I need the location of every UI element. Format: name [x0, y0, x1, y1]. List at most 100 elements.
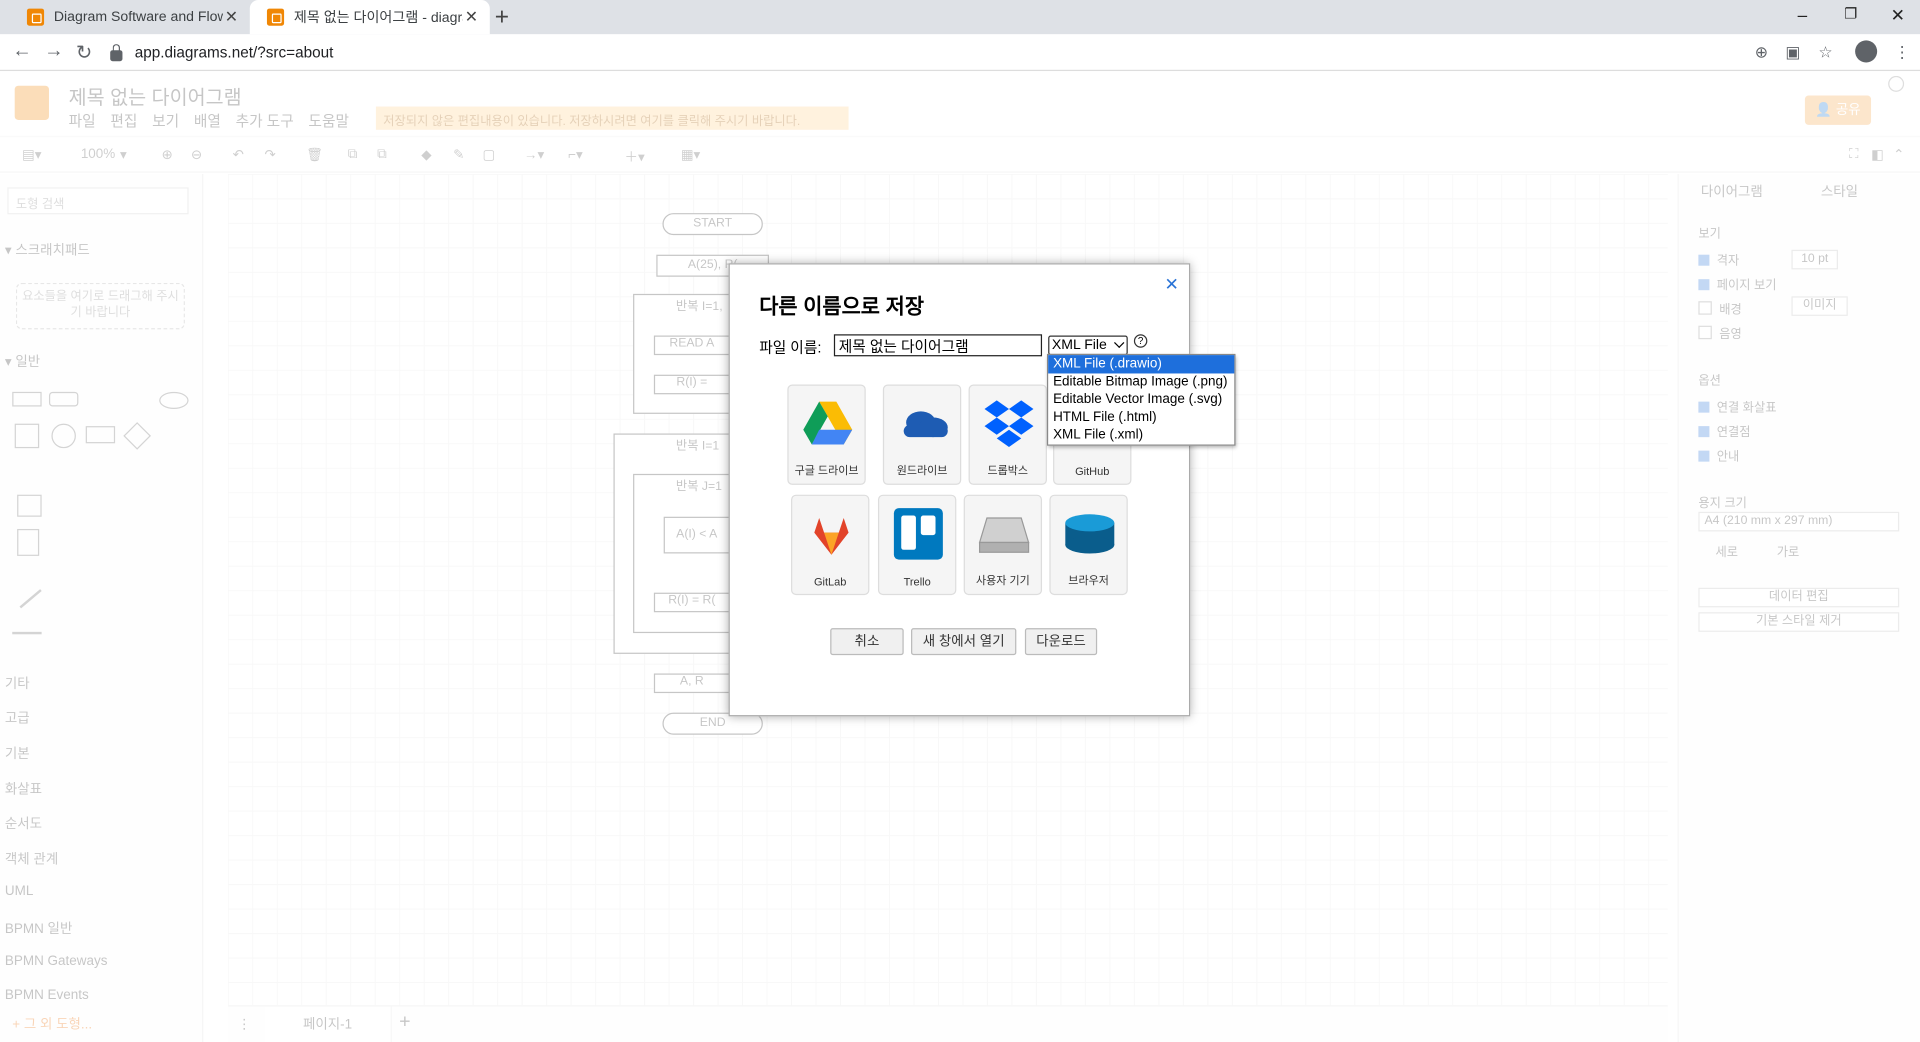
sidebar-section-misc[interactable]: 기타: [5, 673, 30, 693]
flow-r-assign[interactable]: R(I) = R(: [653, 592, 730, 613]
forward-icon[interactable]: →: [44, 40, 64, 62]
square-shape[interactable]: [14, 423, 40, 449]
circle-shape[interactable]: [51, 423, 76, 449]
filename-input[interactable]: [833, 334, 1043, 357]
new-tab-icon[interactable]: +: [495, 4, 509, 32]
menu-edit[interactable]: 편집: [110, 110, 137, 131]
edit-data-button[interactable]: 데이터 편집: [1698, 587, 1900, 608]
redo-icon[interactable]: ↷: [264, 147, 275, 163]
format-option-html[interactable]: HTML File (.html): [1048, 408, 1234, 426]
guides-checkbox[interactable]: 안내: [1698, 446, 1740, 464]
close-icon[interactable]: ✕: [1164, 274, 1178, 295]
page-tab-1[interactable]: 페이지-1: [264, 1006, 392, 1042]
cancel-button[interactable]: 취소: [830, 628, 904, 656]
connector-shape[interactable]: [12, 631, 42, 635]
menu-file[interactable]: 파일: [69, 110, 96, 131]
fullscreen-icon[interactable]: ⛶: [1849, 147, 1858, 163]
format-select[interactable]: XML File: [1048, 335, 1128, 356]
sidebar-section-basic[interactable]: 기본: [5, 743, 30, 763]
help-icon[interactable]: ?: [1133, 334, 1148, 348]
general-header[interactable]: ▾ 일반: [5, 351, 40, 371]
close-tab-icon[interactable]: ✕: [463, 7, 480, 27]
menu-arrange[interactable]: 배열: [194, 110, 221, 131]
grid-size-input[interactable]: 10 pt: [1791, 249, 1838, 270]
page-view-checkbox[interactable]: 페이지 보기: [1698, 274, 1777, 292]
flow-start[interactable]: START: [662, 213, 763, 236]
zoom-in-icon[interactable]: ⊕: [162, 147, 173, 163]
browser-tab-1[interactable]: Diagram Software and Flowchar ✕: [10, 0, 250, 34]
browser-tab-2[interactable]: 제목 없는 다이어그램 - diagram ✕: [249, 0, 490, 35]
connection-points-checkbox[interactable]: 연결점: [1698, 421, 1751, 439]
language-globe-icon[interactable]: [1888, 75, 1905, 92]
trello-tile[interactable]: Trello: [877, 494, 957, 596]
zoom-level[interactable]: 100%: [81, 147, 115, 162]
google-drive-tile[interactable]: 구글 드라이브: [787, 384, 866, 485]
flow-output[interactable]: A, R: [653, 673, 730, 694]
sidebar-section-advanced[interactable]: 고급: [5, 708, 30, 728]
landscape-radio[interactable]: 가로: [1777, 541, 1800, 559]
flow-r-i[interactable]: R(I) =: [653, 374, 730, 395]
background-image-button[interactable]: 이미지: [1791, 296, 1848, 316]
rectangle-shape[interactable]: [12, 391, 42, 407]
rounded-rect-shape[interactable]: [48, 391, 79, 407]
sidebar-section-arrows[interactable]: 화살표: [5, 779, 42, 799]
table-shape[interactable]: [17, 494, 42, 517]
paper-size-select[interactable]: A4 (210 mm x 297 mm): [1698, 511, 1900, 532]
tab-diagram[interactable]: 다이어그램: [1701, 181, 1763, 201]
undo-icon[interactable]: ↶: [233, 147, 244, 163]
fill-color-icon[interactable]: ◆: [421, 147, 431, 163]
table-icon[interactable]: ▦▾: [681, 147, 700, 163]
flow-condition[interactable]: A(I) < A: [663, 516, 730, 554]
zoom-out-icon[interactable]: ⊖: [191, 147, 202, 163]
connection-icon[interactable]: →▾: [524, 147, 544, 163]
sidebar-section-flowchart[interactable]: 순서도: [5, 813, 42, 833]
menu-extras[interactable]: 추가 도구: [236, 110, 294, 131]
format-option-xml[interactable]: XML File (.xml): [1048, 426, 1234, 444]
shadow-checkbox[interactable]: 음영: [1698, 323, 1742, 341]
collapse-icon[interactable]: ⌃: [1893, 147, 1904, 163]
delete-icon[interactable]: 🗑: [306, 147, 323, 163]
process-shape[interactable]: [85, 426, 116, 444]
zoom-dropdown-icon[interactable]: ▾: [120, 147, 127, 163]
grid-checkbox[interactable]: 격자: [1698, 250, 1740, 268]
restore-icon[interactable]: ❐: [1844, 5, 1857, 22]
line-color-icon[interactable]: ✎: [453, 147, 464, 163]
close-tab-icon[interactable]: ✕: [223, 7, 240, 27]
shape-search-input[interactable]: 도형 검색: [7, 187, 189, 215]
sidebar-section-uml[interactable]: UML: [5, 884, 33, 899]
pages-menu-icon[interactable]: ⋮: [238, 1016, 251, 1033]
flow-read-a[interactable]: READ A: [653, 335, 730, 356]
format-toggle-icon[interactable]: ◧: [1871, 147, 1884, 163]
format-panel-icon[interactable]: ▤▾: [22, 147, 41, 163]
to-back-icon[interactable]: ⧉: [377, 147, 387, 163]
to-front-icon[interactable]: ⧉: [348, 147, 358, 163]
close-window-icon[interactable]: ✕: [1891, 5, 1905, 26]
line-shape[interactable]: [19, 589, 42, 609]
menu-help[interactable]: 도움말: [308, 110, 349, 131]
diamond-shape[interactable]: [123, 422, 151, 450]
onedrive-tile[interactable]: 원드라이브: [882, 384, 962, 485]
add-page-icon[interactable]: +: [399, 1011, 410, 1033]
dropbox-tile[interactable]: 드롭박스: [968, 384, 1047, 485]
shadow-icon[interactable]: ▢: [482, 147, 495, 163]
background-checkbox[interactable]: 배경: [1698, 299, 1742, 317]
menu-view[interactable]: 보기: [152, 110, 179, 131]
more-shapes-link[interactable]: + 그 외 도형...: [12, 1014, 92, 1034]
menu-kebab-icon[interactable]: ⋮: [1894, 43, 1910, 63]
scratchpad-dropzone[interactable]: 요소들을 여기로 드래그해 주시기 바랍니다: [15, 282, 185, 330]
tab-style[interactable]: 스타일: [1821, 181, 1858, 201]
url-field[interactable]: app.diagrams.net/?src=about: [110, 38, 1788, 67]
sidebar-section-bpmn-general[interactable]: BPMN 일반: [5, 918, 72, 938]
browser-storage-tile[interactable]: 브라우저: [1049, 494, 1128, 596]
portrait-radio[interactable]: 세로: [1716, 541, 1739, 559]
profile-avatar-icon[interactable]: [1855, 40, 1878, 63]
sidebar-section-er[interactable]: 객체 관계: [5, 849, 58, 869]
reload-icon[interactable]: ↻: [76, 40, 92, 64]
format-option-drawio[interactable]: XML File (.drawio): [1048, 355, 1235, 373]
install-icon[interactable]: ⊕: [1755, 43, 1768, 63]
translate-icon[interactable]: ▣: [1785, 43, 1800, 63]
document-title[interactable]: 제목 없는 다이어그램: [69, 81, 242, 110]
gitlab-tile[interactable]: GitLab: [791, 494, 870, 596]
ellipse-shape[interactable]: [159, 391, 189, 409]
format-option-svg[interactable]: Editable Vector Image (.svg): [1048, 391, 1234, 409]
